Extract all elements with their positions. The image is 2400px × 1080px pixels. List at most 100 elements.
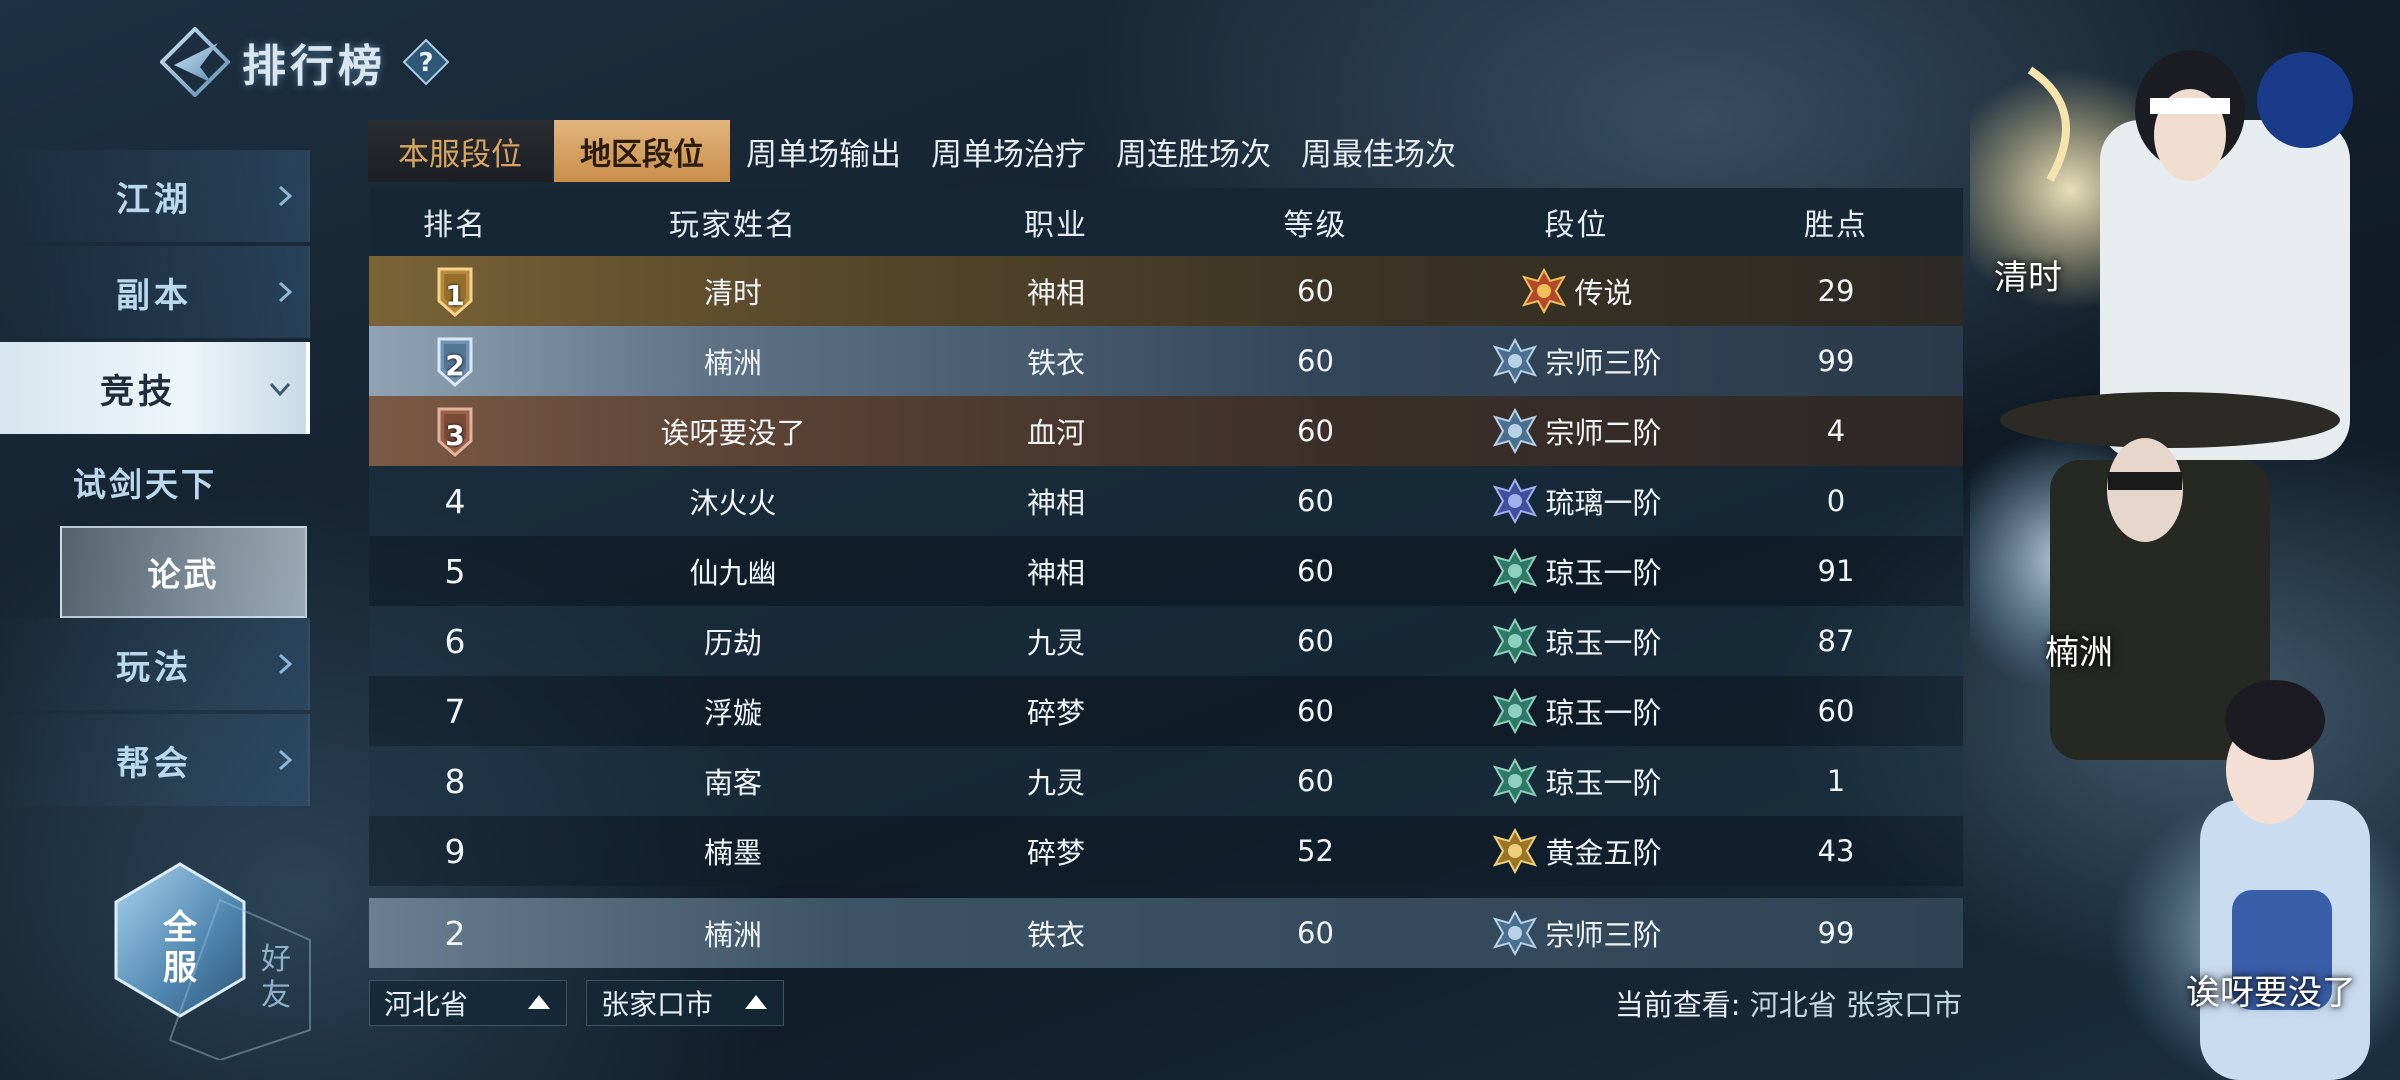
tier-cell: 宗师二阶 (1444, 407, 1709, 455)
player-name-cell: 浮嫙 (703, 696, 762, 730)
tier-emblem-icon (1493, 407, 1538, 455)
player-name-cell: 历劫 (703, 626, 762, 660)
my-rank-row-container: 2 楠洲 铁衣 60 宗师三阶 99 (369, 898, 1963, 968)
showcase-name-second: 楠洲 (2045, 633, 2113, 673)
nav-item-jianghu[interactable]: 江湖 (0, 150, 310, 242)
rank-cell: 9 (444, 831, 466, 871)
tier-cell: 琉璃一阶 (1444, 477, 1709, 525)
caret-up-icon (745, 995, 767, 1009)
class-cell: 神相 (1026, 276, 1085, 310)
nav-item-label: 玩法 (116, 647, 192, 688)
col-header-name: 玩家姓名 (669, 208, 797, 243)
nav-item-label: 帮会 (116, 743, 192, 784)
scope-all-server[interactable]: 全服 (150, 908, 210, 988)
table-row[interactable]: 1 清时 神相 60 传说 29 (369, 256, 1963, 326)
nav-item-label: 副本 (116, 275, 192, 316)
tier-emblem-icon (1493, 477, 1538, 525)
category-nav: 江湖 副本 竞技 试剑天下 论武 玩法 帮会 (0, 150, 310, 810)
tier-label: 宗师三阶 (1545, 918, 1662, 952)
tab-weekly-healing[interactable]: 周单场治疗 (917, 120, 1100, 182)
rank-cell: 1 (369, 265, 541, 317)
player-name-cell: 南客 (703, 766, 762, 800)
rank-cell: 7 (444, 691, 466, 731)
tier-label: 宗师三阶 (1545, 346, 1662, 380)
header: 排行榜 ? (159, 22, 450, 102)
player-name-cell: 楠洲 (703, 346, 762, 380)
player-name-cell: 楠墨 (703, 836, 762, 870)
tier-label: 琼玉一阶 (1545, 766, 1662, 800)
sub-item-label: 论武 (147, 555, 220, 594)
top-three-showcase: 清时 楠洲 诶呀要没了 (1970, 40, 2400, 1080)
current-view-value: 河北省 张家口市 (1749, 988, 1962, 1022)
level-cell: 60 (1297, 484, 1334, 518)
tab-weekly-best[interactable]: 周最佳场次 (1287, 120, 1470, 182)
rank-number: 2 (445, 349, 465, 382)
player-name-cell: 清时 (703, 276, 762, 310)
chevron-right-icon (278, 281, 293, 303)
sub-item-shijian[interactable]: 试剑天下 (0, 438, 310, 526)
points-cell: 1 (1826, 764, 1846, 798)
table-row[interactable]: 4 沐火火 神相 60 琉璃一阶 0 (369, 466, 1963, 536)
table-row[interactable]: 5 仙九幽 神相 60 琼玉一阶 91 (369, 536, 1963, 606)
class-cell: 铁衣 (1026, 346, 1085, 380)
tier-emblem-icon (1522, 267, 1567, 315)
tab-server-tier[interactable]: 本服段位 (368, 120, 552, 182)
tier-cell: 黄金五阶 (1444, 827, 1709, 875)
level-cell: 60 (1297, 414, 1334, 448)
tier-cell: 琼玉一阶 (1444, 547, 1709, 595)
tab-region-tier[interactable]: 地区段位 (554, 120, 730, 182)
help-icon[interactable]: ? (402, 38, 450, 86)
col-header-class: 职业 (1024, 208, 1088, 243)
province-select[interactable]: 河北省 (369, 980, 567, 1026)
table-row[interactable]: 9 楠墨 碎梦 52 黄金五阶 43 (369, 816, 1963, 886)
level-cell: 60 (1297, 344, 1334, 378)
page-title: 排行榜 (242, 41, 386, 92)
nav-item-guild[interactable]: 帮会 (0, 714, 310, 806)
chevron-right-icon (278, 749, 293, 771)
player-name-cell: 仙九幽 (689, 556, 777, 590)
scope-friends[interactable]: 好友 (256, 942, 296, 1014)
scope-toggle[interactable]: 全服 好友 (110, 860, 320, 1060)
tier-emblem-icon (1493, 757, 1538, 805)
nav-item-gameplay[interactable]: 玩法 (0, 618, 310, 710)
character-portraits-image (1970, 50, 2400, 1080)
nav-item-dungeon[interactable]: 副本 (0, 246, 310, 338)
level-cell: 60 (1297, 916, 1334, 950)
ranking-table: 排名 玩家姓名 职业 等级 段位 胜点 1 清时 神相 60 传说 29 2 楠洲 铁衣 60 宗师… (369, 188, 1963, 968)
col-header-points: 胜点 (1804, 208, 1868, 243)
rank-cell: 3 (369, 405, 541, 457)
table-row[interactable]: 2 楠洲 铁衣 60 宗师三阶 99 (369, 326, 1963, 396)
nav-item-arena[interactable]: 竞技 (0, 342, 310, 434)
my-rank-row[interactable]: 2 楠洲 铁衣 60 宗师三阶 99 (369, 898, 1963, 968)
city-select[interactable]: 张家口市 (586, 980, 784, 1026)
current-view: 当前查看: 河北省 张家口市 (1615, 982, 1962, 1024)
col-header-level: 等级 (1283, 208, 1348, 243)
level-cell: 60 (1297, 694, 1334, 728)
tier-emblem-icon (1493, 687, 1538, 735)
points-cell: 99 (1817, 916, 1855, 950)
tab-weekly-streak[interactable]: 周连胜场次 (1102, 120, 1285, 182)
points-cell: 99 (1817, 344, 1855, 378)
rank-cell: 2 (369, 335, 541, 387)
tab-weekly-damage[interactable]: 周单场输出 (732, 120, 915, 182)
level-cell: 60 (1297, 554, 1334, 588)
points-cell: 43 (1817, 834, 1855, 868)
nav-item-label: 江湖 (116, 179, 192, 220)
tier-label: 黄金五阶 (1545, 836, 1662, 870)
player-name-cell: 楠洲 (703, 918, 762, 952)
points-cell: 60 (1817, 694, 1855, 728)
rank-cell: 6 (444, 621, 466, 661)
class-cell: 碎梦 (1026, 696, 1085, 730)
tier-emblem-icon (1493, 909, 1538, 957)
tier-cell: 琼玉一阶 (1444, 687, 1709, 735)
table-row[interactable]: 7 浮嫙 碎梦 60 琼玉一阶 60 (369, 676, 1963, 746)
level-cell: 52 (1297, 834, 1334, 868)
class-cell: 血河 (1026, 416, 1085, 450)
province-value: 河北省 (384, 988, 469, 1021)
sub-item-lunwu[interactable]: 论武 (60, 526, 307, 618)
table-row[interactable]: 3 诶呀要没了 血河 60 宗师二阶 4 (369, 396, 1963, 466)
table-row[interactable]: 8 南客 九灵 60 琼玉一阶 1 (369, 746, 1963, 816)
col-header-tier: 段位 (1544, 208, 1609, 243)
rank-cell: 8 (444, 761, 466, 801)
table-row[interactable]: 6 历劫 九灵 60 琼玉一阶 87 (369, 606, 1963, 676)
